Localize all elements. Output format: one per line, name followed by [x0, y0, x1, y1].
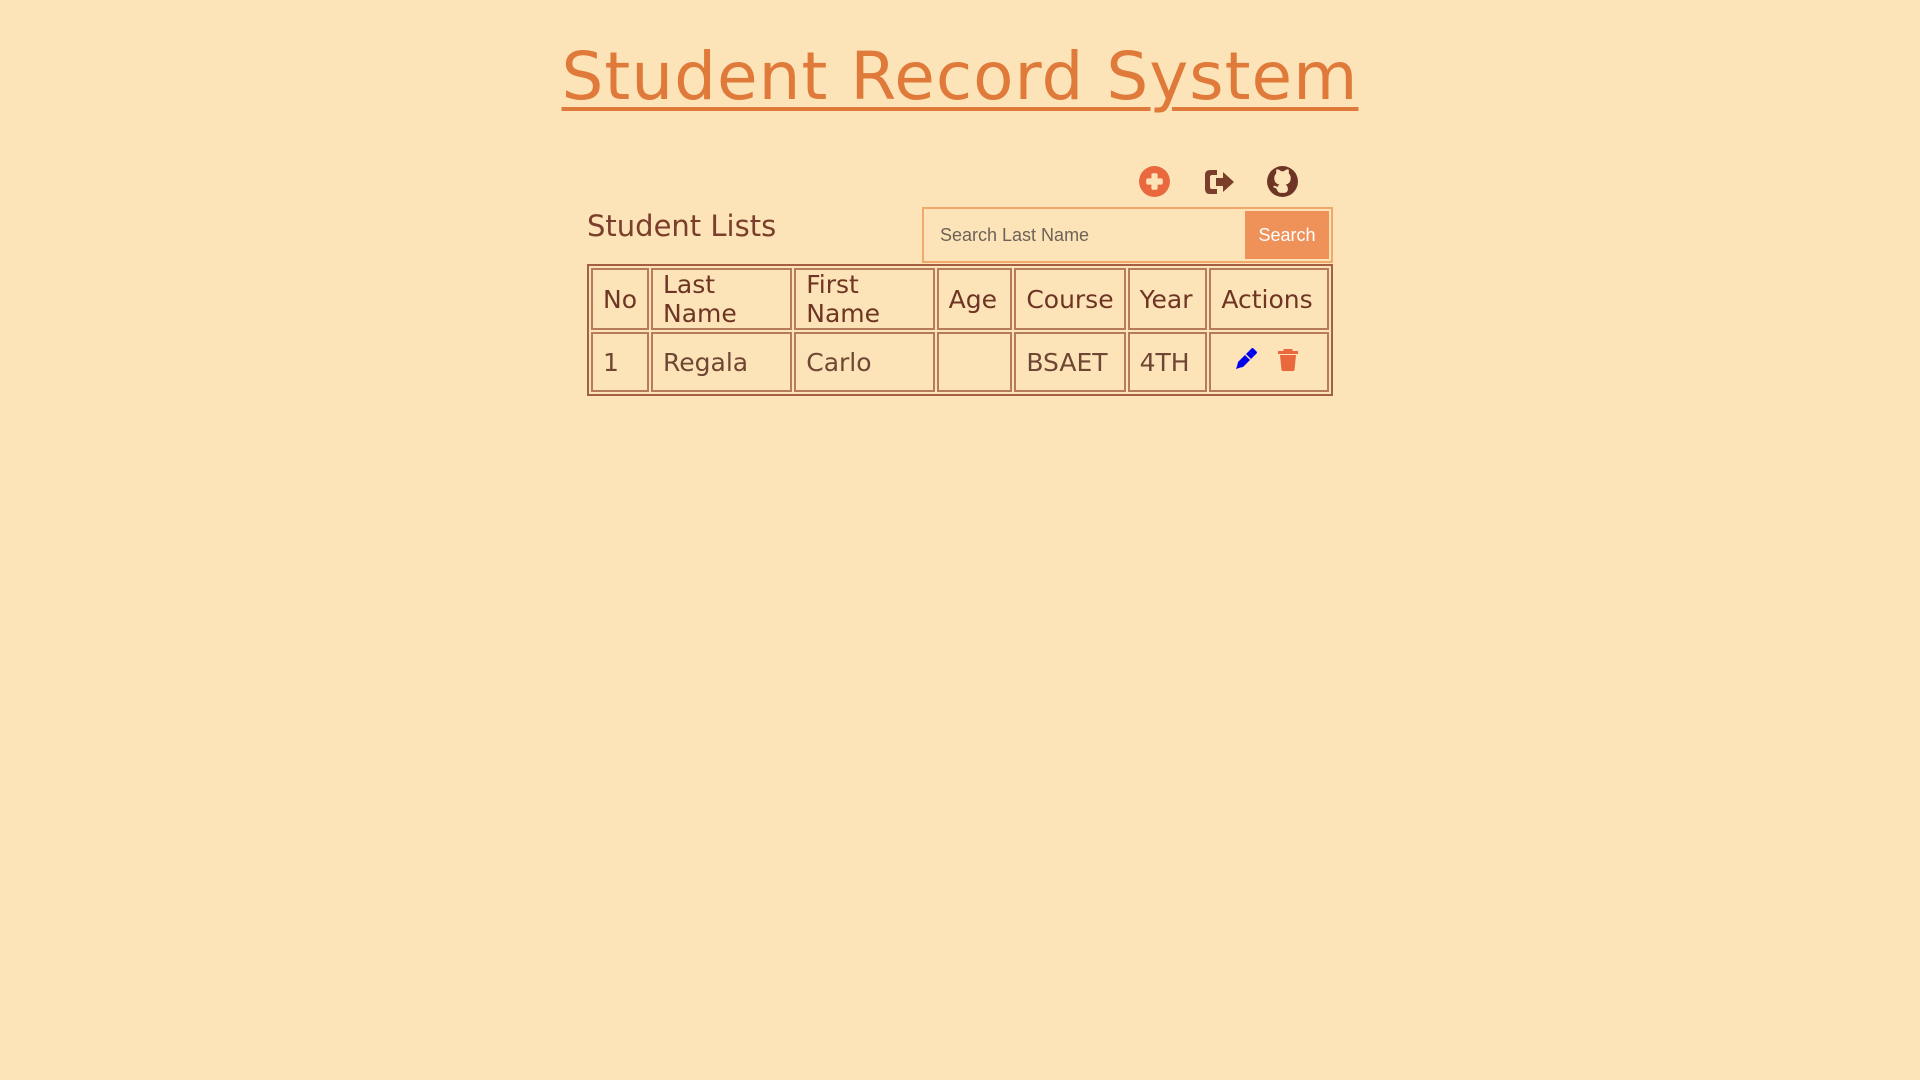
search-input[interactable] — [924, 209, 1241, 261]
add-circle-icon — [1138, 165, 1171, 198]
search-form: Search — [922, 207, 1333, 263]
column-header-no: No — [591, 268, 649, 330]
edit-button[interactable] — [1233, 346, 1259, 378]
github-icon — [1266, 165, 1299, 198]
page-title[interactable]: Student Record System — [562, 38, 1359, 115]
cell-year: 4TH — [1127, 332, 1208, 392]
row-actions — [1221, 346, 1317, 378]
column-header-course: Course — [1014, 268, 1126, 330]
sign-out-icon — [1202, 165, 1236, 199]
column-header-age: Age — [936, 268, 1013, 330]
search-button[interactable]: Search — [1245, 211, 1329, 259]
title-wrap: Student Record System — [0, 38, 1920, 115]
cell-course: BSAET — [1014, 332, 1126, 392]
column-header-actions: Actions — [1209, 268, 1329, 330]
delete-trash-icon — [1275, 346, 1301, 378]
edit-pen-icon — [1233, 346, 1259, 378]
delete-button[interactable] — [1275, 349, 1301, 375]
add-student-button[interactable] — [1138, 165, 1171, 198]
student-lists-title: Student Lists — [587, 209, 777, 243]
cell-actions — [1209, 332, 1329, 392]
table-header-row: No Last Name First Name Age Course Year … — [591, 268, 1329, 330]
student-table: No Last Name First Name Age Course Year … — [587, 264, 1333, 396]
column-header-first-name: First Name — [794, 268, 935, 330]
cell-age — [936, 332, 1013, 392]
toolbar — [1138, 165, 1299, 198]
github-button[interactable] — [1266, 165, 1299, 198]
cell-first-name: Carlo — [794, 332, 935, 392]
cell-last-name: Regala — [651, 332, 793, 392]
table-row: 1 Regala Carlo BSAET 4TH — [591, 332, 1329, 392]
table-wrap: No Last Name First Name Age Course Year … — [587, 264, 1333, 396]
cell-no: 1 — [591, 332, 649, 392]
list-header: Student Lists Search — [587, 207, 1333, 263]
column-header-last-name: Last Name — [651, 268, 793, 330]
column-header-year: Year — [1127, 268, 1208, 330]
sign-out-button[interactable] — [1202, 165, 1235, 198]
